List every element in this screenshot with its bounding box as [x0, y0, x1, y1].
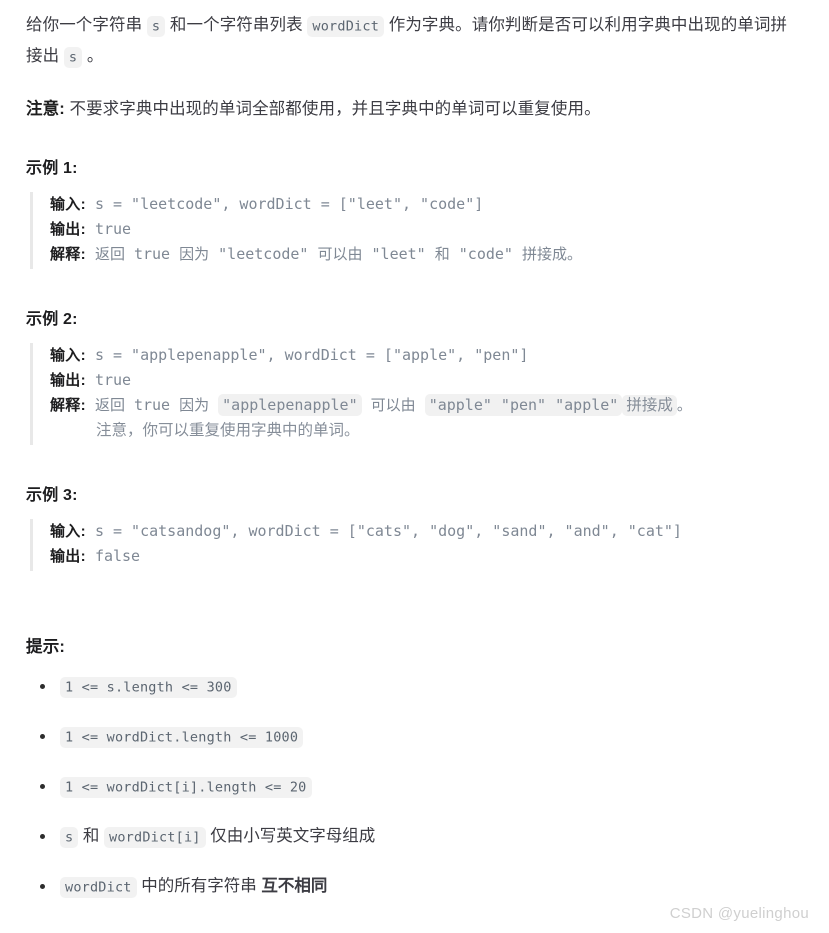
- intro-text-segment-4: 。: [86, 47, 104, 65]
- input-label: 输入:: [50, 196, 86, 213]
- hint-text-4-mid: 和: [82, 827, 100, 845]
- hint-text-5: 中的所有字符串: [141, 877, 257, 895]
- example-3-output-value: false: [94, 547, 141, 565]
- example-2-explain-line-2: 注意，你可以重复使用字典中的单词。: [50, 418, 803, 443]
- example-2-highlight-concat: 拼接成: [622, 395, 677, 416]
- hint-item-5: wordDict 中的所有字符串 互不相同: [38, 875, 803, 898]
- problem-note-paragraph: 注意: 不要求字典中出现的单词全部都使用，并且字典中的单词可以重复使用。: [26, 94, 803, 124]
- hint-item-2: 1 <= wordDict.length <= 1000: [38, 725, 803, 748]
- example-3-title: 示例 3:: [26, 487, 78, 504]
- output-label: 输出:: [50, 548, 86, 565]
- example-3-output-line: 输出: false: [50, 544, 803, 569]
- example-3-input-value: s = "catsandog", wordDict = ["cats", "do…: [94, 522, 682, 540]
- hint-code-1: 1 <= s.length <= 300: [60, 676, 237, 698]
- example-1-output-value: true: [94, 220, 132, 238]
- input-label: 输入:: [50, 523, 86, 540]
- intro-text-segment-1: 给你一个字符串: [26, 16, 143, 34]
- example-1-explain-line: 解释: 返回 true 因为 "leetcode" 可以由 "leet" 和 "…: [50, 242, 803, 267]
- hints-list: 1 <= s.length <= 300 1 <= wordDict.lengt…: [26, 675, 803, 898]
- example-2-explain-line: 解释: 返回 true 因为 "applepenapple" 可以由 "appl…: [50, 393, 803, 418]
- problem-intro-paragraph: 给你一个字符串 s 和一个字符串列表 wordDict 作为字典。请你判断是否可…: [26, 10, 803, 72]
- example-2-input-value: s = "applepenapple", wordDict = ["apple"…: [94, 346, 529, 364]
- output-label: 输出:: [50, 221, 86, 238]
- inline-code-s-second: s: [63, 46, 83, 68]
- example-3-input-line: 输入: s = "catsandog", wordDict = ["cats",…: [50, 519, 803, 544]
- note-label: 注意:: [26, 100, 65, 118]
- hint-code-5: wordDict: [60, 876, 137, 898]
- explain-label: 解释:: [50, 397, 86, 414]
- example-1-input-value: s = "leetcode", wordDict = ["leet", "cod…: [94, 195, 484, 213]
- example-2-explain-part-c: 。: [676, 396, 692, 414]
- example-2-highlight-apple-pen-apple: "apple" "pen" "apple": [424, 394, 623, 416]
- example-1-output-line: 输出: true: [50, 217, 803, 242]
- example-2-explain-part-a: 返回 true 因为: [94, 396, 219, 414]
- intro-text-segment-2: 和一个字符串列表: [169, 16, 303, 34]
- problem-description-page: 给你一个字符串 s 和一个字符串列表 wordDict 作为字典。请你判断是否可…: [0, 0, 829, 898]
- hint-item-3: 1 <= wordDict[i].length <= 20: [38, 775, 803, 798]
- note-text: 不要求字典中出现的单词全部都使用，并且字典中的单词可以重复使用。: [69, 100, 601, 118]
- hint-item-1: 1 <= s.length <= 300: [38, 675, 803, 698]
- example-3-block: 输入: s = "catsandog", wordDict = ["cats",…: [30, 519, 803, 571]
- explain-label: 解释:: [50, 246, 86, 263]
- inline-code-s-first: s: [146, 15, 166, 37]
- example-1-block: 输入: s = "leetcode", wordDict = ["leet", …: [30, 192, 803, 269]
- output-label: 输出:: [50, 372, 86, 389]
- example-2-explain-part-b: 可以由: [361, 396, 425, 414]
- example-1-input-line: 输入: s = "leetcode", wordDict = ["leet", …: [50, 192, 803, 217]
- hint-item-4: s 和 wordDict[i] 仅由小写英文字母组成: [38, 825, 803, 848]
- hint-code-3: 1 <= wordDict[i].length <= 20: [60, 776, 312, 798]
- csdn-watermark: CSDN @yuelinghou: [669, 905, 809, 922]
- example-2-output-line: 输出: true: [50, 368, 803, 393]
- example-2-input-line: 输入: s = "applepenapple", wordDict = ["ap…: [50, 343, 803, 368]
- hint-code-4b: wordDict[i]: [104, 826, 206, 848]
- inline-code-worddict: wordDict: [307, 15, 385, 37]
- hint-text-4: 仅由小写英文字母组成: [210, 827, 376, 845]
- example-1-explain-value: 返回 true 因为 "leetcode" 可以由 "leet" 和 "code…: [94, 245, 582, 263]
- hint-code-2: 1 <= wordDict.length <= 1000: [60, 726, 304, 748]
- example-2-title: 示例 2:: [26, 311, 78, 328]
- hint-code-4a: s: [60, 826, 79, 848]
- input-label: 输入:: [50, 347, 86, 364]
- example-2-output-value: true: [94, 371, 132, 389]
- example-2-explain-note: 注意，你可以重复使用字典中的单词。: [96, 422, 360, 439]
- hint-text-5-bold: 互不相同: [261, 877, 328, 895]
- hints-title: 提示:: [26, 638, 66, 656]
- example-1-title: 示例 1:: [26, 160, 78, 177]
- example-2-block: 输入: s = "applepenapple", wordDict = ["ap…: [30, 343, 803, 445]
- example-2-highlight-applepenapple: "applepenapple": [218, 394, 362, 416]
